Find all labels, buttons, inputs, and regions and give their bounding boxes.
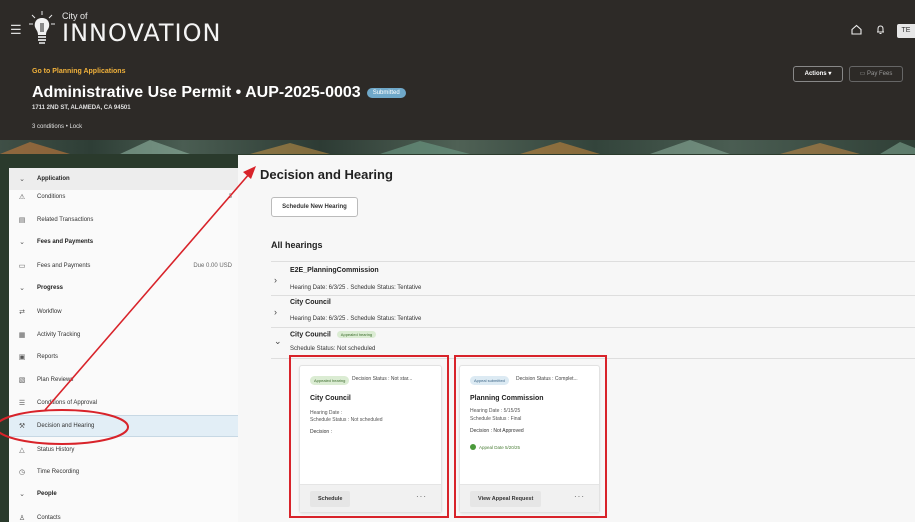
sidebar-item-label: Plan Reviews (37, 377, 74, 383)
hearing-info: Hearing Date: 6/3/25 . Schedule Status: … (290, 316, 422, 322)
divider (271, 295, 915, 296)
hearing-name: City Council Appealed hearing (290, 331, 377, 339)
document-icon: ▤ (18, 217, 26, 224)
chevron-down-icon: ⌄ (19, 285, 25, 292)
fees-due-amount: Due 0.00 USD (193, 263, 232, 269)
hamburger-menu-icon[interactable]: ☰ (10, 22, 22, 38)
hearing-row-expanded[interactable]: ⌄ City Council Appealed hearing Schedule… (271, 329, 915, 357)
sidebar-item-label: Progress (37, 285, 64, 291)
sidebar-item-label: Fees and Payments (37, 263, 91, 269)
sidebar-item-label: Workflow (37, 309, 62, 315)
sidebar-item-label: Application (37, 176, 70, 182)
gavel-icon: ⚒ (18, 423, 26, 430)
history-icon: △ (19, 447, 25, 454)
hearing-name: E2E_PlanningCommission (290, 267, 379, 274)
hearing-name: City Council (290, 299, 331, 306)
page-title: Decision and Hearing (260, 167, 393, 182)
sidebar-item-label: Conditions (37, 194, 66, 200)
actions-button[interactable]: Actions ▾ (793, 66, 843, 82)
hearing-info: Schedule Status: Not scheduled (290, 346, 376, 352)
sidebar-item-label: Conditions of Approval (37, 400, 98, 406)
sidebar-item-label: Related Transactions (37, 217, 94, 223)
sidebar-item-label: Time Recording (37, 469, 80, 475)
app-header: ☰ City of INNOVATION TE Go to Planning A… (0, 0, 915, 154)
warning-icon: ⚠ (18, 194, 26, 201)
hearing-row[interactable]: › E2E_PlanningCommission Hearing Date: 6… (271, 265, 915, 297)
sidebar-section-progress[interactable]: ⌄ Progress (9, 277, 238, 299)
user-avatar[interactable]: TE (897, 24, 915, 38)
conditions-lock-text[interactable]: 3 conditions • Lock (32, 124, 82, 130)
chevron-down-icon: ⌄ (19, 491, 25, 498)
workflow-icon: ⇄ (19, 309, 25, 316)
report-icon: ▣ (18, 354, 26, 361)
highlight-box-planning-commission-card (454, 355, 607, 518)
decorative-banner (0, 140, 915, 154)
list-icon: ☰ (18, 400, 26, 407)
sidebar-item-activity-tracking[interactable]: ▦ Activity Tracking (9, 324, 238, 346)
go-to-planning-applications-link[interactable]: Go to Planning Applications (32, 68, 125, 75)
sidebar-item-plan-reviews[interactable]: ▧ Plan Reviews (9, 369, 238, 391)
sidebar-item-label: Decision and Hearing (37, 423, 95, 429)
sidebar-item-conditions[interactable]: ⚠ Conditions 3 (9, 186, 238, 208)
actions-label: Actions (804, 71, 827, 77)
pay-fees-button[interactable]: ▭ Pay Fees (849, 66, 903, 82)
sidebar-item-workflow[interactable]: ⇄ Workflow (9, 301, 238, 323)
status-badge: Submitted (366, 88, 406, 98)
sidebar-item-label: Reports (37, 354, 59, 360)
sidebar-item-label: People (37, 491, 57, 497)
sidebar-item-reports[interactable]: ▣ Reports (9, 346, 238, 368)
sidebar-item-label: Fees and Payments (37, 239, 94, 245)
sidebar-item-label: Activity Tracking (37, 332, 81, 338)
divider (271, 327, 915, 328)
hearing-info: Hearing Date: 6/3/25 . Schedule Status: … (290, 285, 422, 291)
sidebar-item-label: Status History (37, 447, 75, 453)
plan-review-icon: ▧ (18, 377, 26, 384)
conditions-count: 3 (228, 194, 232, 200)
sidebar-item-time-recording[interactable]: ◷ Time Recording (9, 461, 238, 483)
permit-address: 1711 2ND ST, ALAMEDA, CA 94501 (32, 105, 131, 111)
city-logo[interactable]: City of INNOVATION (28, 10, 221, 46)
chevron-right-icon[interactable]: › (274, 275, 277, 285)
permit-title: Administrative Use Permit • AUP-2025-000… (32, 84, 361, 101)
chevron-down-icon[interactable]: ⌄ (274, 336, 282, 347)
sidebar-item-label: Contacts (37, 515, 61, 521)
banner-pattern (0, 140, 915, 154)
sidebar-item-fees-and-payments[interactable]: ▭ Fees and Payments Due 0.00 USD (9, 255, 238, 277)
all-hearings-heading: All hearings (271, 240, 323, 250)
clock-icon: ◷ (18, 469, 26, 476)
hearing-row[interactable]: › City Council Hearing Date: 6/3/25 . Sc… (271, 297, 915, 329)
sidebar-nav: ⌄ Application ⚠ Conditions 3 ▤ Related T… (9, 168, 238, 522)
sidebar-item-contacts[interactable]: ♙ Contacts (9, 507, 238, 522)
sidebar-item-related-transactions[interactable]: ▤ Related Transactions (9, 209, 238, 231)
sidebar-section-fees[interactable]: ⌄ Fees and Payments (9, 231, 238, 253)
lightbulb-logo-icon (29, 11, 55, 44)
sidebar-item-status-history[interactable]: △ Status History (9, 439, 238, 461)
person-icon: ♙ (18, 515, 26, 522)
schedule-new-hearing-button[interactable]: Schedule New Hearing (271, 197, 358, 217)
chevron-down-icon: ▾ (828, 71, 832, 77)
sidebar-item-decision-and-hearing[interactable]: ⚒ Decision and Hearing (9, 415, 238, 437)
appealed-hearing-badge: Appealed hearing (336, 331, 377, 338)
home-icon[interactable] (849, 24, 863, 38)
sidebar-item-conditions-of-approval[interactable]: ☰ Conditions of Approval (9, 392, 238, 414)
bell-icon[interactable] (873, 24, 887, 38)
hearing-name-text: City Council (290, 331, 331, 339)
pay-fees-label: Pay Fees (866, 71, 893, 77)
divider (271, 261, 915, 262)
sidebar-section-people[interactable]: ⌄ People (9, 483, 238, 505)
card-icon: ▭ (859, 71, 867, 77)
chevron-right-icon[interactable]: › (274, 307, 277, 317)
chevron-down-icon: ⌄ (19, 176, 25, 183)
logo-name-text: INNOVATION (62, 18, 222, 47)
card-icon: ▭ (18, 263, 26, 270)
activity-icon: ▦ (18, 332, 26, 339)
highlight-box-city-council-card (289, 355, 449, 518)
chevron-down-icon: ⌄ (19, 239, 25, 246)
